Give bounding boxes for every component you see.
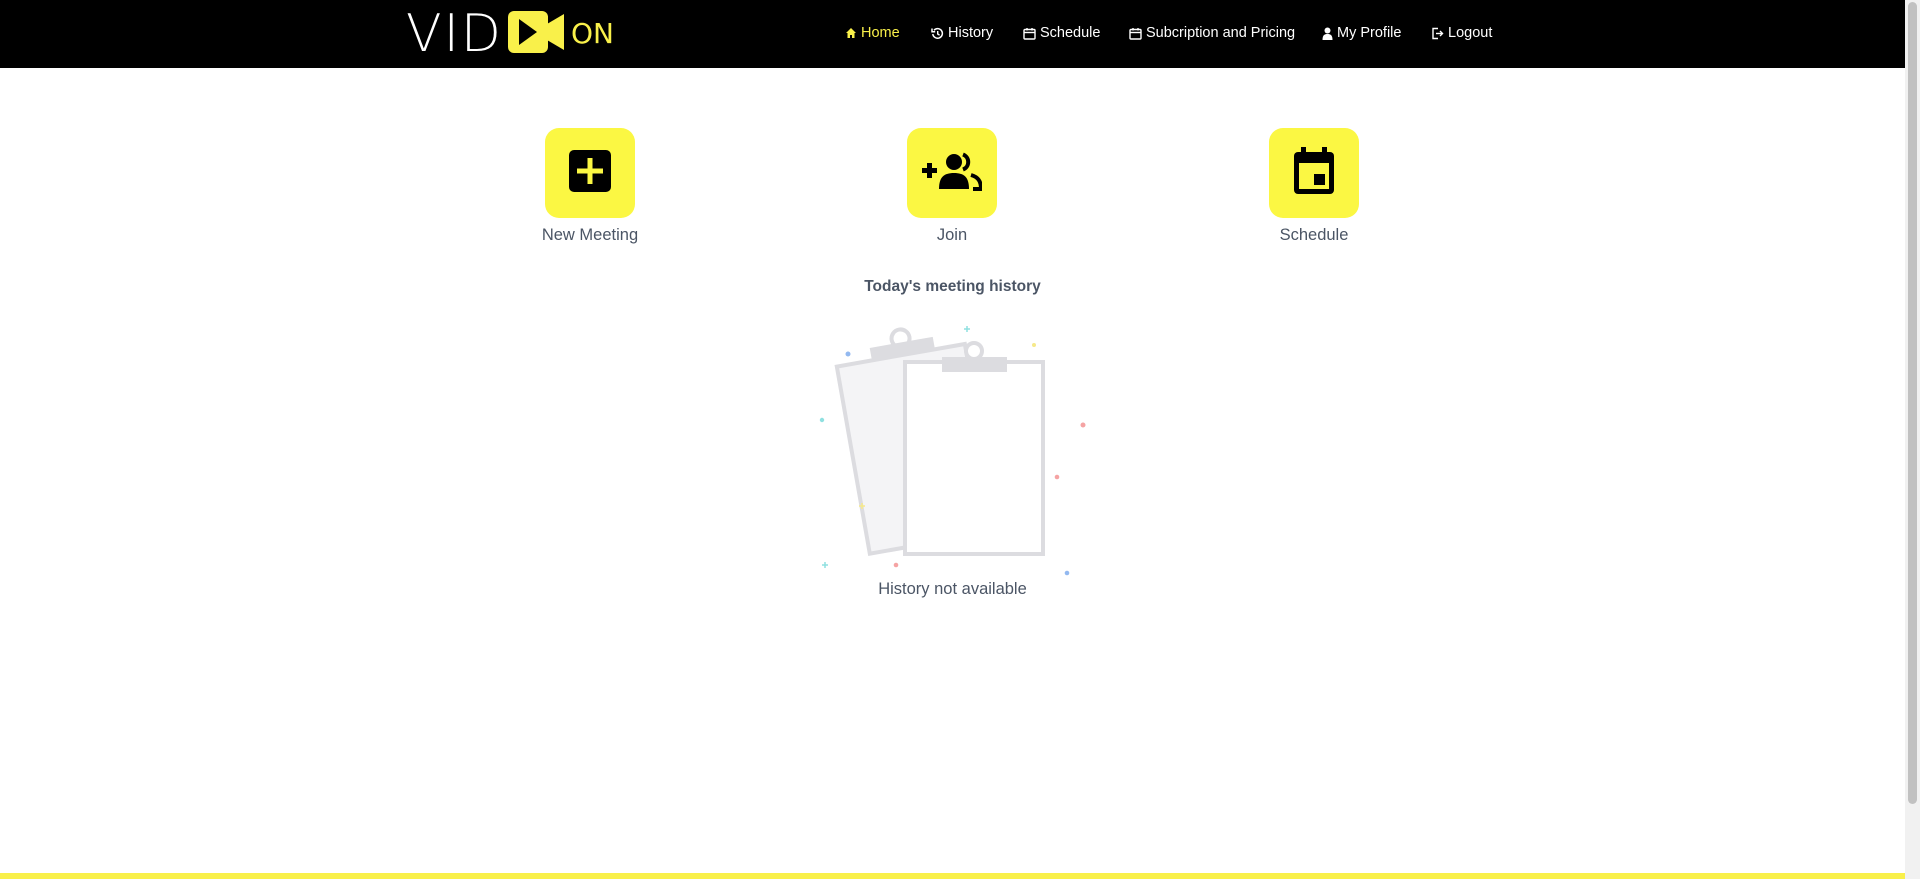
nav-item-label: My Profile [1337, 25, 1402, 41]
plus-square-icon [568, 149, 612, 198]
history-section-title: Today's meeting history [864, 278, 1041, 295]
nav-item-label: History [948, 25, 994, 41]
new-meeting-label: New Meeting [541, 226, 639, 244]
nav-item-logout[interactable]: Logout [1431, 24, 1492, 42]
nav-item-label: Subcription and Pricing [1146, 25, 1296, 41]
calendar-icon [1023, 27, 1036, 40]
join-label: Join [936, 226, 968, 244]
user-icon [1322, 27, 1333, 40]
join-action[interactable]: Join [897, 128, 1007, 245]
nav-item-label: Home [861, 25, 900, 41]
history-icon [931, 27, 944, 40]
new-meeting-button[interactable] [545, 128, 635, 218]
nav-item-history[interactable]: History [931, 24, 993, 42]
schedule-label: Schedule [1279, 226, 1349, 244]
new-meeting-action[interactable]: New Meeting [535, 128, 645, 245]
logout-icon [1431, 27, 1444, 40]
nav-item-home[interactable]: Home [845, 24, 900, 42]
join-button[interactable] [907, 128, 997, 218]
home-icon [845, 27, 857, 39]
calendar-icon [1129, 27, 1142, 40]
schedule-button[interactable] [1269, 128, 1359, 218]
history-empty-text: History not available [878, 580, 1027, 598]
nav-item-my-profile[interactable]: My Profile [1322, 24, 1401, 42]
nav-item-pricing[interactable]: Subcription and Pricing [1129, 24, 1295, 42]
schedule-action[interactable]: Schedule [1259, 128, 1369, 245]
nav-item-schedule[interactable]: Schedule [1023, 24, 1100, 42]
scrollbar-thumb[interactable] [1908, 2, 1917, 804]
vertical-scrollbar[interactable] [1905, 0, 1920, 879]
top-navbar: VID ON Home History Schedule Subcription… [0, 0, 1905, 68]
nav-item-label: Schedule [1040, 25, 1101, 41]
nav-menu: Home History Schedule Subcription and Pr… [0, 0, 1905, 68]
calendar-event-icon [1293, 146, 1335, 200]
empty-clipboard-icon [812, 320, 1092, 585]
footer-accent-bar [0, 873, 1905, 879]
nav-item-label: Logout [1448, 25, 1493, 41]
add-group-icon [922, 151, 984, 196]
